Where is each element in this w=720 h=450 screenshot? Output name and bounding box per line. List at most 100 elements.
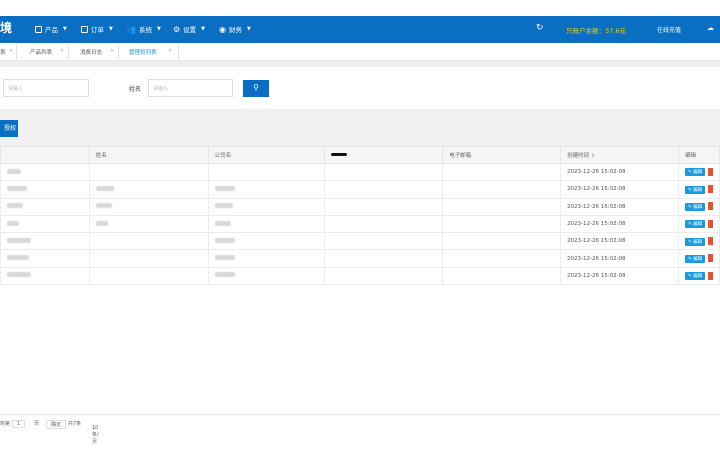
edit-label: 编辑 [693, 239, 703, 245]
col-header-created[interactable]: 创建时间 ⇕ [560, 146, 679, 164]
cloud-icon[interactable]: ☁ [707, 24, 714, 32]
chevron-down-icon: ⌄ [92, 425, 97, 431]
close-icon[interactable]: × [168, 48, 172, 54]
name-input[interactable]: 请输入 [148, 79, 233, 97]
redacted-value [95, 220, 108, 226]
close-icon[interactable]: × [9, 48, 13, 54]
cell-name [88, 266, 209, 286]
table-header-row: 姓名 公司名 电子邮箱 创建时间 ⇕ 编辑 [0, 146, 720, 164]
cell-actions: ✎ 编辑 [677, 197, 720, 216]
cell-redacted [324, 180, 444, 199]
redacted-value [7, 220, 19, 226]
cell-email [442, 197, 562, 216]
cell-created: 2023-12-26 15:02:08 [560, 214, 679, 234]
edit-label: 编辑 [693, 187, 703, 193]
table-row: 2023-12-26 15:02:08 ✎ 编辑 [0, 197, 720, 216]
col-header-email: 电子邮箱 [442, 146, 562, 164]
account-balance: 只账户余额：37.6元 [566, 27, 626, 35]
col-header-edit: 编辑 [677, 146, 720, 164]
edit-button[interactable]: ✎ 编辑 [684, 220, 706, 229]
cell-name [88, 197, 209, 216]
delete-button[interactable] [708, 202, 714, 211]
cell-id [0, 232, 90, 251]
cell-created: 2023-12-26 15:02:08 [560, 162, 679, 182]
chevron-down-icon: ▼ [156, 26, 161, 32]
cell-actions: ✎ 编辑 [677, 180, 720, 199]
page-confirm-button[interactable]: 确定 [46, 420, 67, 429]
edit-button[interactable]: ✎ 编辑 [684, 168, 706, 177]
table-row: 2023-12-26 15:02:08 ✎ 编辑 [0, 180, 720, 199]
cell-actions: ✎ 编辑 [677, 214, 720, 234]
cell-created: 2023-12-26 15:02:08 [560, 232, 679, 251]
table-row: 2023-12-26 15:02:08 ✎ 编辑 [0, 232, 720, 251]
redacted-value [214, 272, 235, 278]
edit-button[interactable]: ✎ 编辑 [684, 254, 706, 263]
menu-products[interactable]: 产品 ▼ [35, 24, 67, 34]
tab-consumption-log[interactable]: 消费日志 [80, 48, 102, 56]
cell-email [442, 249, 562, 268]
edit-button[interactable]: ✎ 编辑 [684, 272, 706, 281]
delete-button[interactable] [708, 254, 714, 263]
delete-button[interactable] [708, 271, 714, 280]
edit-label: 编辑 [693, 222, 703, 228]
cell-created: 2023-12-26 15:02:08 [560, 266, 679, 286]
pencil-icon: ✎ [687, 256, 692, 262]
logo-subtitle: ... [1, 34, 4, 38]
cell-actions: ✎ 编辑 [677, 266, 720, 286]
pagination: 到第 1 页 确定 共7条 10条/页 ⌄ [0, 414, 720, 445]
authorize-button[interactable]: 授权 [0, 120, 18, 137]
cell-redacted [324, 249, 444, 268]
delete-button[interactable] [708, 237, 714, 246]
search-button[interactable]: ⚲ [243, 80, 269, 97]
redacted-value [7, 203, 23, 209]
menu-finance[interactable]: ◉ 财务 ▼ [219, 24, 251, 35]
menu-system[interactable]: 👥 系统 ▼ [126, 24, 161, 35]
tab-divider [178, 45, 179, 59]
filter-panel: 请输入 姓名 请输入 ⚲ [0, 67, 720, 109]
pencil-icon: ✎ [687, 170, 692, 176]
menu-finance-label: 财务 [228, 26, 242, 34]
table-row: 2023-12-26 15:02:08 ✎ 编辑 [0, 162, 720, 182]
redacted-value [214, 203, 233, 209]
cell-name [88, 162, 209, 182]
chevron-down-icon: ▼ [201, 26, 206, 32]
delete-button[interactable] [708, 219, 714, 228]
cell-created: 2023-12-26 15:02:08 [560, 249, 679, 268]
tab-list[interactable]: 表 [0, 48, 6, 56]
cell-company [207, 180, 326, 199]
edit-button[interactable]: ✎ 编辑 [684, 202, 706, 211]
recharge-link[interactable]: 在线充值 [657, 25, 681, 34]
tab-admin-list[interactable]: 管理员列表 [129, 48, 157, 56]
redacted-value [95, 203, 112, 209]
redacted-value [7, 237, 31, 243]
redacted-value [7, 272, 31, 278]
search-icon: ⚲ [253, 83, 259, 92]
col-header-id [0, 146, 90, 164]
cell-redacted [324, 197, 444, 216]
edit-button[interactable]: ✎ 编辑 [684, 237, 706, 246]
menu-settings[interactable]: ⚙ 设置 ▼ [173, 24, 206, 35]
refresh-icon[interactable]: ↻ [536, 23, 544, 33]
redacted-value [7, 168, 21, 174]
edit-button[interactable]: ✎ 编辑 [684, 185, 706, 194]
delete-button[interactable] [708, 167, 714, 176]
close-icon[interactable]: × [60, 48, 64, 54]
product-icon [35, 25, 42, 33]
sort-icon[interactable]: ⇕ [591, 153, 595, 159]
col-header-created-label: 创建时间 [567, 153, 590, 159]
cell-redacted [324, 266, 444, 286]
close-icon[interactable]: × [110, 48, 114, 54]
top-navbar: 境 ... 产品 ▼ 订单 ▼ 👥 系统 ▼ ⚙ 设置 ▼ ◉ 财务 ▼ ↻ 只… [0, 16, 720, 43]
pencil-icon: ✎ [687, 204, 692, 210]
delete-button[interactable] [708, 185, 714, 194]
pencil-icon: ✎ [687, 187, 692, 193]
filter-input[interactable]: 请输入 [3, 79, 89, 97]
menu-orders-label: 订单 [91, 26, 104, 34]
cell-company [207, 232, 326, 251]
menu-orders[interactable]: 订单 ▼ [81, 24, 113, 34]
cell-company [207, 214, 326, 234]
page-input[interactable]: 1 [12, 420, 26, 428]
tab-products[interactable]: 产品列表 [30, 48, 52, 56]
tab-divider [118, 45, 119, 59]
cell-id [0, 266, 90, 286]
